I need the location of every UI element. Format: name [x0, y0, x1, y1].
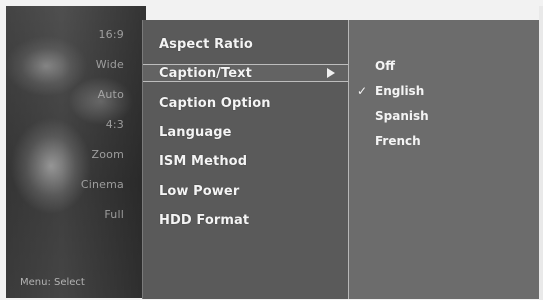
- submenu-item-off[interactable]: Off: [375, 59, 395, 73]
- menu-item-hdd-format[interactable]: HDD Format: [159, 213, 249, 228]
- background-label: Cinema: [80, 178, 124, 191]
- submenu-item-label: English: [375, 84, 425, 98]
- settings-menu: Aspect Ratio Caption/Text Caption Option…: [142, 20, 349, 299]
- menu-item-label: Aspect Ratio: [159, 37, 253, 52]
- menu-item-language[interactable]: Language: [159, 125, 232, 140]
- checkmark-icon: ✓: [357, 84, 368, 98]
- background-label: Auto: [97, 88, 124, 101]
- background-label: Zoom: [91, 148, 124, 161]
- background-vignette: [6, 6, 146, 298]
- screen: 16:9 Wide Auto 4:3 Zoom Cinema Full Menu…: [0, 0, 543, 300]
- submenu-item-label: French: [375, 134, 421, 148]
- bottom-hint: Menu: Select: [20, 277, 85, 288]
- background-label: 16:9: [98, 28, 124, 41]
- menu-item-caption-option[interactable]: Caption Option: [159, 96, 271, 111]
- submenu-item-label: Spanish: [375, 109, 429, 123]
- menu-item-low-power[interactable]: Low Power: [159, 184, 239, 199]
- menu-item-label: Caption Option: [159, 96, 271, 111]
- menu-item-aspect-ratio[interactable]: Aspect Ratio: [159, 37, 253, 52]
- menu-item-label: Language: [159, 125, 232, 140]
- menu-item-label: HDD Format: [159, 213, 250, 228]
- background-label: 4:3: [105, 118, 124, 131]
- triangle-right-icon: [327, 68, 335, 78]
- video-background: 16:9 Wide Auto 4:3 Zoom Cinema Full: [6, 6, 146, 298]
- menu-item-label: Low Power: [159, 184, 240, 199]
- submenu-item-spanish[interactable]: Spanish: [375, 109, 429, 123]
- background-label: Wide: [95, 58, 124, 71]
- menu-item-ism-method[interactable]: ISM Method: [159, 154, 247, 169]
- submenu-item-english[interactable]: English: [375, 84, 424, 98]
- submenu-item-label: Off: [375, 59, 395, 73]
- menu-item-caption-text[interactable]: Caption/Text: [143, 64, 349, 82]
- background-label: Full: [104, 208, 124, 221]
- caption-text-submenu: Off ✓ English Spanish French: [349, 20, 539, 299]
- menu-item-label: ISM Method: [159, 154, 248, 169]
- submenu-item-french[interactable]: French: [375, 134, 421, 148]
- screen-edge: [539, 6, 543, 300]
- menu-item-label: Caption/Text: [159, 66, 252, 81]
